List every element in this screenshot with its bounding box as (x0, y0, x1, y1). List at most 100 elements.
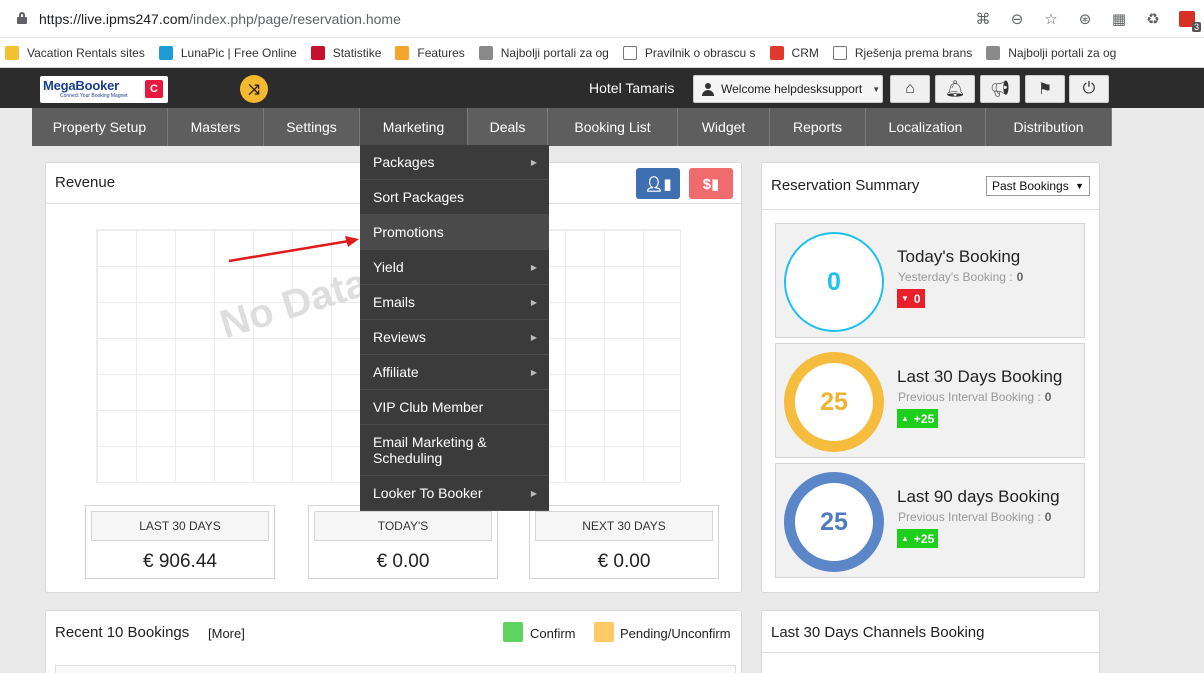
menu-item-vip-club-member[interactable]: VIP Club Member (360, 390, 549, 425)
nav-item-settings[interactable]: Settings (264, 108, 360, 146)
change-badge: ▲ +25 (897, 409, 939, 428)
stat-next-30-days: NEXT 30 DAYS € 0.00 (529, 505, 719, 579)
marketing-dropdown-menu: Packages ▶ Sort Packages Promotions Yield ▶ Em… (360, 145, 549, 511)
bookmark-item[interactable]: Pravilnik o obrascu s (622, 42, 763, 64)
menu-item-emails[interactable]: Emails ▶ (360, 285, 549, 320)
bookmark-label: Vacation Rentals sites (27, 45, 145, 60)
bookmark-item[interactable]: Najbolji portali za og (986, 42, 1123, 64)
translate-icon[interactable]: ⌘ (966, 6, 1000, 32)
menu-item-affiliate[interactable]: Affiliate ▶ (360, 355, 549, 390)
more-bookings-link[interactable]: [More] (208, 626, 245, 641)
announcements-button[interactable]: 📢︎ (980, 75, 1020, 103)
menu-item-email-marketing-scheduling[interactable]: Email Marketing & Scheduling (360, 425, 549, 476)
nav-item-reports[interactable]: Reports (770, 108, 866, 146)
nav-item-localization[interactable]: Localization (866, 108, 986, 146)
summary-card[interactable]: 25 Last 30 Days Booking Previous Interval … (775, 343, 1085, 458)
logout-button[interactable]: ⏻ (1069, 75, 1109, 103)
bookmark-item[interactable]: LunaPic | Free Online (158, 42, 304, 64)
change-badge: ▲ +25 (897, 529, 939, 548)
bookmark-favicon-icon (478, 45, 493, 60)
card-subtitle-value: 0 (1044, 390, 1052, 404)
extension-icon-2[interactable]: ▦ (1102, 6, 1136, 32)
logo-text: MegaBooker (43, 78, 120, 93)
extension-badge-icon[interactable]: 3 (1170, 6, 1204, 32)
bookmark-favicon-icon (395, 45, 410, 60)
bookmark-favicon-icon (832, 45, 847, 60)
bookmark-star-icon[interactable]: ☆ (1034, 6, 1068, 32)
extension-badge-count: 3 (1191, 22, 1201, 32)
bookmark-label: Najbolji portali za og (1008, 45, 1117, 60)
zoom-icon[interactable]: ⊖ (1000, 6, 1034, 32)
summary-title: Reservation Summary (771, 177, 920, 194)
nav-item-booking-list[interactable]: Booking List (548, 108, 678, 146)
bookmark-item[interactable]: CRM (769, 42, 826, 64)
flag-icon: ⚑ (1037, 81, 1053, 98)
card-subtitle: Previous Interval Booking :0 (898, 390, 1051, 404)
menu-item-yield[interactable]: Yield ▶ (360, 250, 549, 285)
lock-icon[interactable] (17, 12, 27, 24)
home-button[interactable]: ⌂ (890, 75, 930, 103)
nav-item-distribution[interactable]: Distribution (986, 108, 1112, 146)
url-field[interactable]: https://live.ipms247.com/index.php/page/… (39, 11, 401, 27)
bookmark-item[interactable]: Rješenja prema brans (832, 42, 979, 64)
bookmark-label: Pravilnik o obrascu s (644, 45, 756, 60)
bookmark-item[interactable]: Features (395, 42, 471, 64)
card-subtitle: Yesterday's Booking :0 (898, 270, 1023, 284)
browser-address-bar: https://live.ipms247.com/index.php/page/… (0, 0, 1204, 38)
nav-item-widget[interactable]: Widget (678, 108, 770, 146)
dollar-chart-icon: $▮ (702, 175, 720, 193)
submenu-arrow-icon: ▶ (530, 297, 537, 307)
booking-count-circle: 0 (784, 232, 884, 332)
flag-button[interactable]: ⚑ (1025, 75, 1065, 103)
menu-item-label: VIP Club Member (373, 399, 484, 415)
stat-value: € 0.00 (376, 551, 430, 572)
confirm-swatch (503, 622, 523, 642)
recycle-icon[interactable]: ♻ (1136, 6, 1170, 32)
megabooker-logo[interactable]: MegaBooker Connect Your Booking Magnet C (40, 76, 168, 103)
booking-period-select[interactable]: Past Bookings ▼ (986, 176, 1090, 196)
menu-item-looker-to-booker[interactable]: Looker To Booker ▶ (360, 476, 549, 511)
bookmark-label: Statistike (332, 45, 382, 60)
home-icon: ⌂ (905, 80, 915, 97)
nav-item-deals[interactable]: Deals (468, 108, 548, 146)
notifications-button[interactable]: 🔔︎ (935, 75, 975, 103)
menu-item-sort-packages[interactable]: Sort Packages (360, 180, 549, 215)
summary-card[interactable]: 0 Today's Booking Yesterday's Booking :0 ▼ 0 (775, 223, 1085, 338)
browser-actions: ⌘ ⊖ ☆ ⊛ ▦ ♻ 3 (966, 6, 1204, 32)
change-badge: ▼ 0 (897, 289, 925, 308)
bookmark-item[interactable]: Najbolji portali za og (478, 42, 616, 64)
user-menu-button[interactable]: Welcome helpdesksupport ▼ (693, 75, 883, 103)
summary-card[interactable]: 25 Last 90 days Booking Previous Interval … (775, 463, 1085, 578)
annotation-arrow-icon (228, 236, 359, 263)
stat-label: NEXT 30 DAYS (535, 511, 713, 541)
menu-item-packages[interactable]: Packages ▶ (360, 145, 549, 180)
recent-bookings-title: Recent 10 Bookings (55, 624, 190, 641)
stat-label: TODAY'S (314, 511, 492, 541)
extension-icon-1[interactable]: ⊛ (1068, 6, 1102, 32)
channels-booking-panel (761, 610, 1100, 673)
card-subtitle-value: 0 (1044, 510, 1052, 524)
badge-value: +25 (913, 531, 935, 546)
megaphone-icon: 📢︎ (989, 81, 1011, 98)
bell-icon: 🔔︎ (944, 81, 966, 98)
logo-tagline: Connect Your Booking Magnet (60, 93, 128, 99)
nav-item-marketing[interactable]: Marketing (360, 108, 468, 146)
bookmark-item[interactable]: Statistike (310, 42, 389, 64)
submenu-arrow-icon: ▶ (530, 488, 537, 498)
menu-item-reviews[interactable]: Reviews ▶ (360, 320, 549, 355)
bookmark-item[interactable]: Vacation Rentals sites (5, 42, 152, 64)
card-subtitle-label: Previous Interval Booking : (898, 510, 1041, 524)
welcome-text: Welcome helpdesksupport (721, 82, 863, 96)
pending-legend-label: Pending/Unconfirm (620, 626, 731, 641)
nav-item-masters[interactable]: Masters (168, 108, 264, 146)
menu-item-promotions[interactable]: Promotions (360, 215, 549, 250)
bookmark-label: Features (417, 45, 465, 60)
menu-item-label: Email Marketing & Scheduling (373, 434, 487, 466)
bookmark-favicon-icon (310, 45, 325, 60)
shuffle-icon[interactable]: ⤨ (240, 75, 268, 103)
revenue-chart-button[interactable]: $▮ (689, 168, 733, 199)
nav-item-property-setup[interactable]: Property Setup (32, 108, 168, 146)
card-title: Last 90 days Booking (897, 487, 1060, 506)
guest-chart-button[interactable]: 👤︎▮ (636, 168, 680, 199)
card-subtitle-label: Previous Interval Booking : (898, 390, 1041, 404)
